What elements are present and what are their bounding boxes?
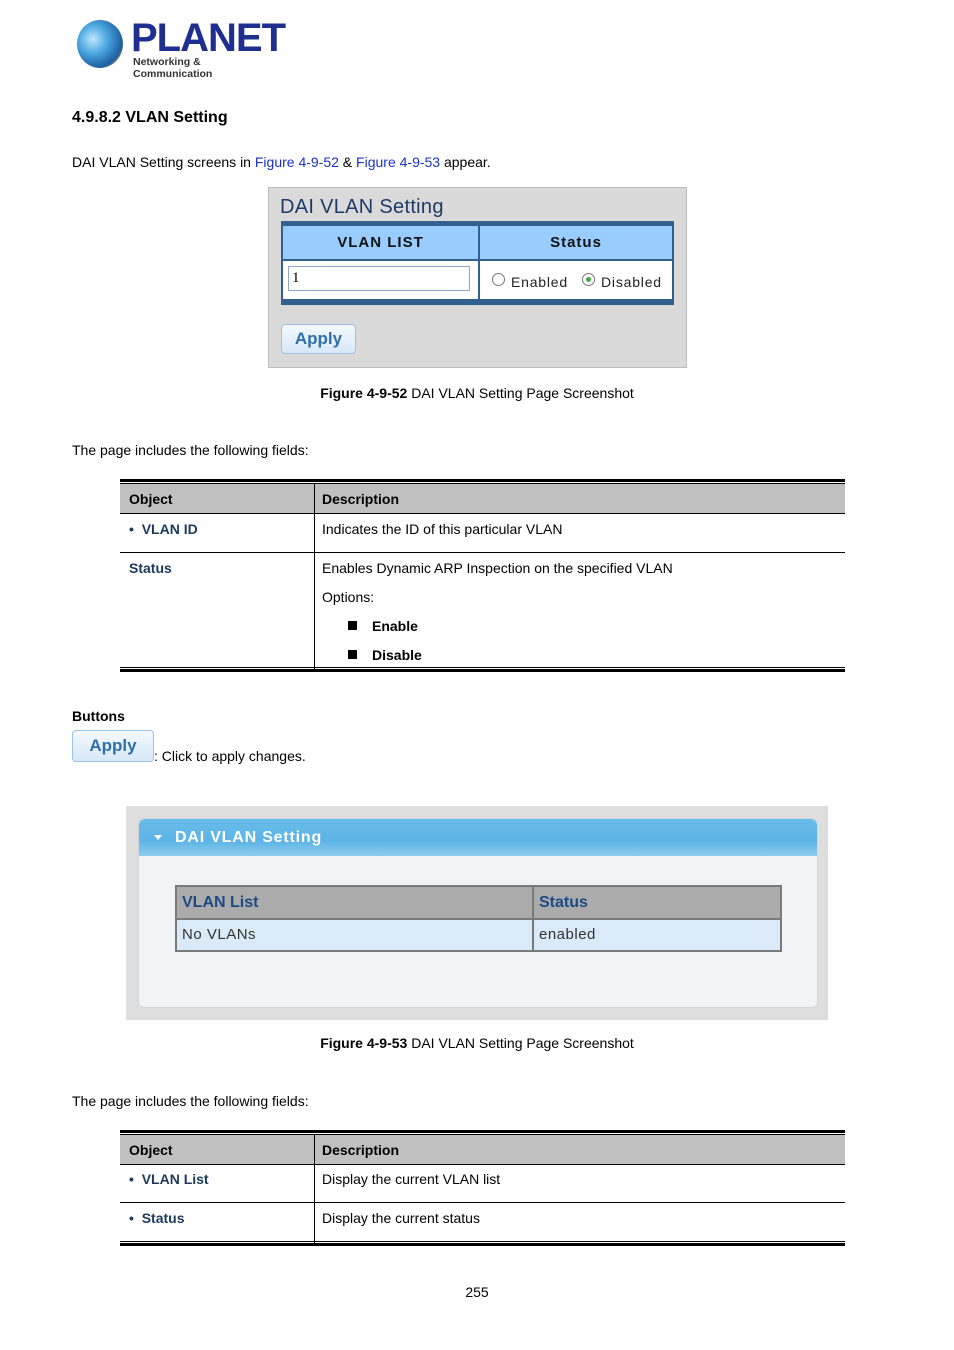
fields-intro: The page includes the following fields: xyxy=(72,442,309,458)
col-vlan-list: VLAN List xyxy=(177,887,532,918)
apply-button[interactable]: Apply xyxy=(281,324,356,354)
fields-table: Object Description • VLAN ID Indicates t… xyxy=(120,479,845,673)
panel-title: DAI VLAN Setting xyxy=(175,829,323,846)
option-label: Enable xyxy=(372,618,418,634)
col-status: Status xyxy=(550,234,602,251)
header-object: Object xyxy=(129,491,173,507)
apply-button-sample[interactable]: Apply xyxy=(72,730,154,762)
header-object: Object xyxy=(129,1142,173,1158)
status-value: enabled xyxy=(534,920,780,950)
vlan-list-input[interactable] xyxy=(288,266,470,291)
header-description: Description xyxy=(322,491,400,507)
table-header: Object Description xyxy=(120,484,845,514)
figure-caption: Figure 4-9-52 DAI VLAN Setting Page Scre… xyxy=(0,385,954,401)
radio-disabled[interactable] xyxy=(582,273,595,286)
radio-enabled[interactable] xyxy=(492,273,505,286)
options-label: Options: xyxy=(322,589,375,605)
figure-caption: Figure 4-9-53 DAI VLAN Setting Page Scre… xyxy=(0,1035,954,1051)
option-item: Enable xyxy=(348,618,418,634)
object-name: VLAN List xyxy=(141,1171,209,1187)
vlan-setting-table: VLAN LIST Status Enabled Disabled xyxy=(281,221,674,305)
table-rule xyxy=(120,667,845,668)
radio-enabled-label[interactable]: Enabled xyxy=(511,274,568,290)
globe-icon xyxy=(77,20,123,68)
figure-link-52[interactable]: Figure 4-9-52 xyxy=(255,154,339,170)
square-bullet-icon xyxy=(348,650,357,659)
table-row: • VLAN ID Indicates the ID of this parti… xyxy=(120,514,845,553)
collapse-triangle-icon[interactable] xyxy=(154,835,162,840)
object-name: Status xyxy=(141,1210,185,1226)
table-rule xyxy=(120,1241,845,1242)
option-label: Disable xyxy=(372,647,422,663)
description-cell: Indicates the ID of this particular VLAN xyxy=(322,521,563,537)
caption-text: DAI VLAN Setting Page Screenshot xyxy=(407,385,634,401)
panel-header[interactable]: DAI VLAN Setting xyxy=(139,819,817,856)
object-cell: • VLAN List xyxy=(129,1171,209,1187)
intro-text: DAI VLAN Setting screens in xyxy=(72,154,255,170)
intro-paragraph: DAI VLAN Setting screens in Figure 4-9-5… xyxy=(72,154,491,170)
table-rule xyxy=(120,1130,845,1133)
description-cell: Display the current VLAN list xyxy=(322,1171,501,1187)
figure-dai-vlan-status: DAI VLAN Setting VLAN List Status No VLA… xyxy=(126,806,828,1020)
table-header: VLAN LIST Status xyxy=(283,226,672,259)
table-row: Enabled Disabled xyxy=(283,261,672,299)
buttons-heading: Buttons xyxy=(72,708,125,724)
table-row: • Status Display the current status xyxy=(120,1203,845,1241)
section-heading: 4.9.8.2 VLAN Setting xyxy=(72,109,228,126)
fields-intro: The page includes the following fields: xyxy=(72,1093,309,1109)
object-name: Status xyxy=(129,560,172,576)
panel: DAI VLAN Setting VLAN List Status No VLA… xyxy=(138,818,818,1008)
object-cell: • VLAN ID xyxy=(129,521,198,537)
square-bullet-icon xyxy=(348,621,357,630)
caption-text: DAI VLAN Setting Page Screenshot xyxy=(407,1035,634,1051)
description-cell: Enables Dynamic ARP Inspection on the sp… xyxy=(322,560,673,576)
vlan-cell xyxy=(283,261,480,299)
vlan-status-table: VLAN List Status No VLANs enabled xyxy=(175,885,782,952)
caption-label: Figure 4-9-52 xyxy=(320,385,408,401)
object-name: VLAN ID xyxy=(141,521,198,537)
header-description: Description xyxy=(322,1142,400,1158)
intro-text: appear. xyxy=(440,154,491,170)
col-vlan-list: VLAN LIST xyxy=(283,226,480,259)
logo-tagline: Networking & Communication xyxy=(133,56,213,80)
page-number: 255 xyxy=(465,1284,489,1300)
vlan-list-value: No VLANs xyxy=(177,920,532,950)
table-rule xyxy=(120,669,845,672)
apply-description: : Click to apply changes. xyxy=(154,748,306,764)
object-cell: • Status xyxy=(129,1210,185,1226)
table-rule xyxy=(120,479,845,482)
panel-title: DAI VLAN Setting xyxy=(280,196,444,218)
radio-disabled-label[interactable]: Disabled xyxy=(601,274,662,290)
intro-text: & xyxy=(338,154,357,170)
planet-logo: PLANET Networking & Communication xyxy=(75,16,286,80)
table-row: • VLAN List Display the current VLAN lis… xyxy=(120,1165,845,1203)
table-row: Status Enables Dynamic ARP Inspection on… xyxy=(120,553,845,667)
apply-button-sample-wrap: Apply xyxy=(72,730,154,762)
description-cell: Display the current status xyxy=(322,1210,480,1226)
table-header: Object Description xyxy=(120,1135,845,1165)
caption-label: Figure 4-9-53 xyxy=(320,1035,408,1051)
col-status: Status xyxy=(534,887,780,918)
option-item: Disable xyxy=(348,647,422,663)
figure-dai-vlan-setting-form: DAI VLAN Setting VLAN LIST Status Enable… xyxy=(268,187,687,368)
fields-table: Object Description • VLAN List Display t… xyxy=(120,1130,845,1248)
figure-link-53[interactable]: Figure 4-9-53 xyxy=(356,154,440,170)
table-rule xyxy=(120,1243,845,1246)
logo-brand: PLANET xyxy=(131,16,286,60)
status-cell: Enabled Disabled xyxy=(480,261,672,299)
